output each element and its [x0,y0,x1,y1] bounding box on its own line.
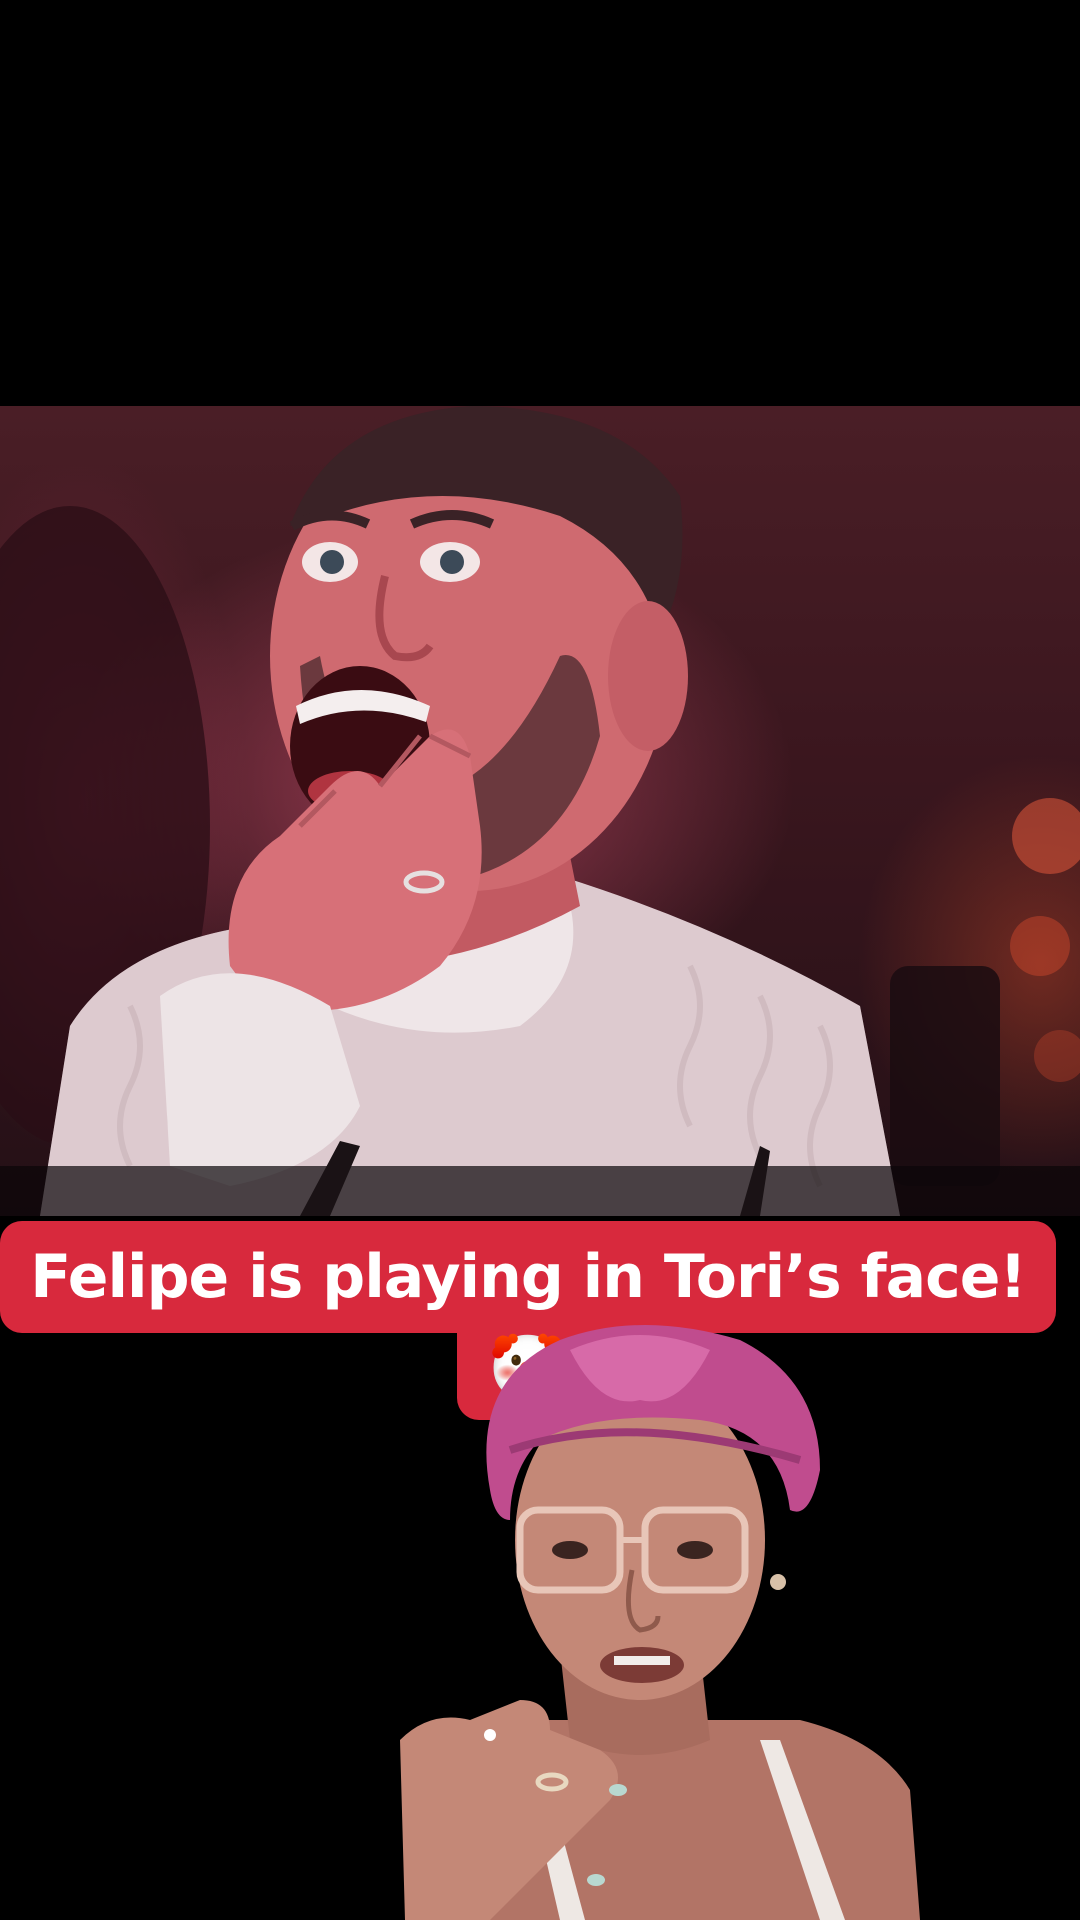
caption-banner: Felipe is playing in Tori’s face! [0,1221,1056,1333]
video-scene-illustration [0,406,1080,1216]
top-letterbox [0,0,1080,406]
creator-illustration [400,1325,920,1920]
background-video [0,406,1080,1216]
creator-overlay [400,1320,940,1920]
caption-text: Felipe is playing in Tori’s face! [30,1242,1027,1312]
small-dot [484,1729,496,1741]
